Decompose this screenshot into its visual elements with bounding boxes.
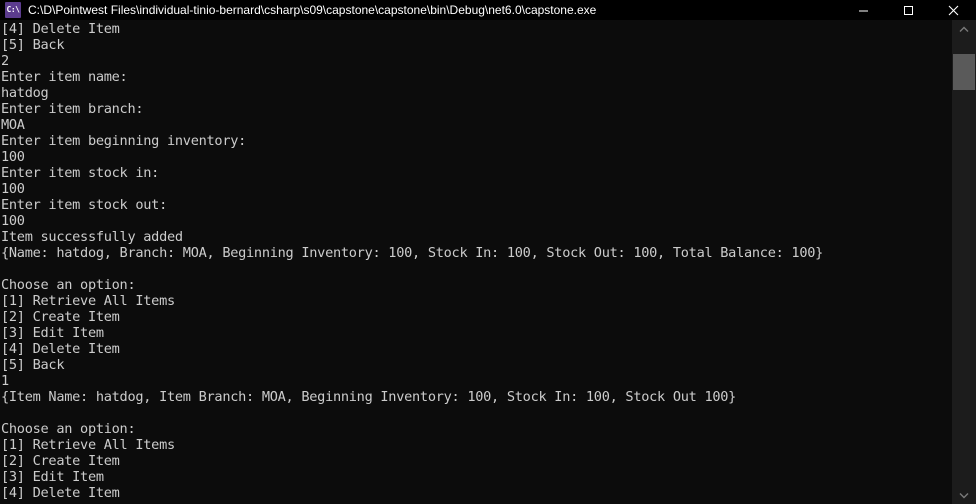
- console-line: 2: [1, 53, 9, 69]
- console-line: Choose an option:: [1, 421, 136, 437]
- console-line: [5] Back: [1, 37, 65, 53]
- console-line: [2] Create Item: [1, 309, 120, 325]
- console-line: Item successfully added: [1, 229, 183, 245]
- console-line: [1] Retrieve All Items: [1, 293, 175, 309]
- scrollbar-thumb[interactable]: [953, 54, 975, 90]
- maximize-icon: [904, 5, 913, 15]
- vertical-scrollbar[interactable]: [952, 20, 976, 504]
- minimize-icon: [859, 10, 868, 11]
- console-line: hatdog: [1, 85, 49, 101]
- scrollbar-track[interactable]: [952, 38, 976, 486]
- scroll-up-arrow[interactable]: [952, 20, 976, 38]
- minimize-button[interactable]: [841, 0, 886, 20]
- maximize-button[interactable]: [886, 0, 931, 20]
- console-line: {Item Name: hatdog, Item Branch: MOA, Be…: [1, 389, 737, 405]
- console-line: [1] Retrieve All Items: [1, 437, 175, 453]
- console-line: Enter item branch:: [1, 101, 144, 117]
- console-line: MOA: [1, 117, 25, 133]
- title-bar[interactable]: C:\ C:\D\Pointwest Files\individual-tini…: [0, 0, 976, 20]
- console-line: [4] Delete Item: [1, 341, 120, 357]
- scroll-down-arrow[interactable]: [952, 486, 976, 504]
- console-line: Enter item stock out:: [1, 197, 167, 213]
- window-title: C:\D\Pointwest Files\individual-tinio-be…: [28, 3, 597, 17]
- console-line: [3] Edit Item: [1, 325, 104, 341]
- console-icon-glyph: C:\: [6, 5, 20, 14]
- window-controls: [841, 0, 976, 20]
- console-line: Enter item stock in:: [1, 165, 160, 181]
- close-icon: [948, 5, 959, 15]
- console-line: [2] Create Item: [1, 453, 120, 469]
- console-line: Enter item name:: [1, 69, 128, 85]
- console-line: [4] Delete Item: [1, 21, 120, 37]
- console-line: {Name: hatdog, Branch: MOA, Beginning In…: [1, 245, 824, 261]
- console-app-icon: C:\: [5, 2, 21, 18]
- console-line: [5] Back: [1, 357, 65, 373]
- console-line: Choose an option:: [1, 277, 136, 293]
- chevron-up-icon: [959, 26, 969, 32]
- chevron-down-icon: [959, 492, 969, 498]
- console-line: [4] Delete Item: [1, 485, 120, 501]
- console-line: 100: [1, 149, 25, 165]
- console-line: 1: [1, 373, 9, 389]
- console-output-area[interactable]: [4] Delete Item [5] Back 2 Enter item name:…: [0, 20, 952, 504]
- console-line: 100: [1, 213, 25, 229]
- console-line: 100: [1, 181, 25, 197]
- console-line-list: [4] Delete Item [5] Back 2 Enter item name:…: [0, 20, 952, 501]
- close-button[interactable]: [931, 0, 976, 20]
- console-line: [3] Edit Item: [1, 469, 104, 485]
- console-line: Enter item beginning inventory:: [1, 133, 247, 149]
- console-window: C:\ C:\D\Pointwest Files\individual-tini…: [0, 0, 976, 504]
